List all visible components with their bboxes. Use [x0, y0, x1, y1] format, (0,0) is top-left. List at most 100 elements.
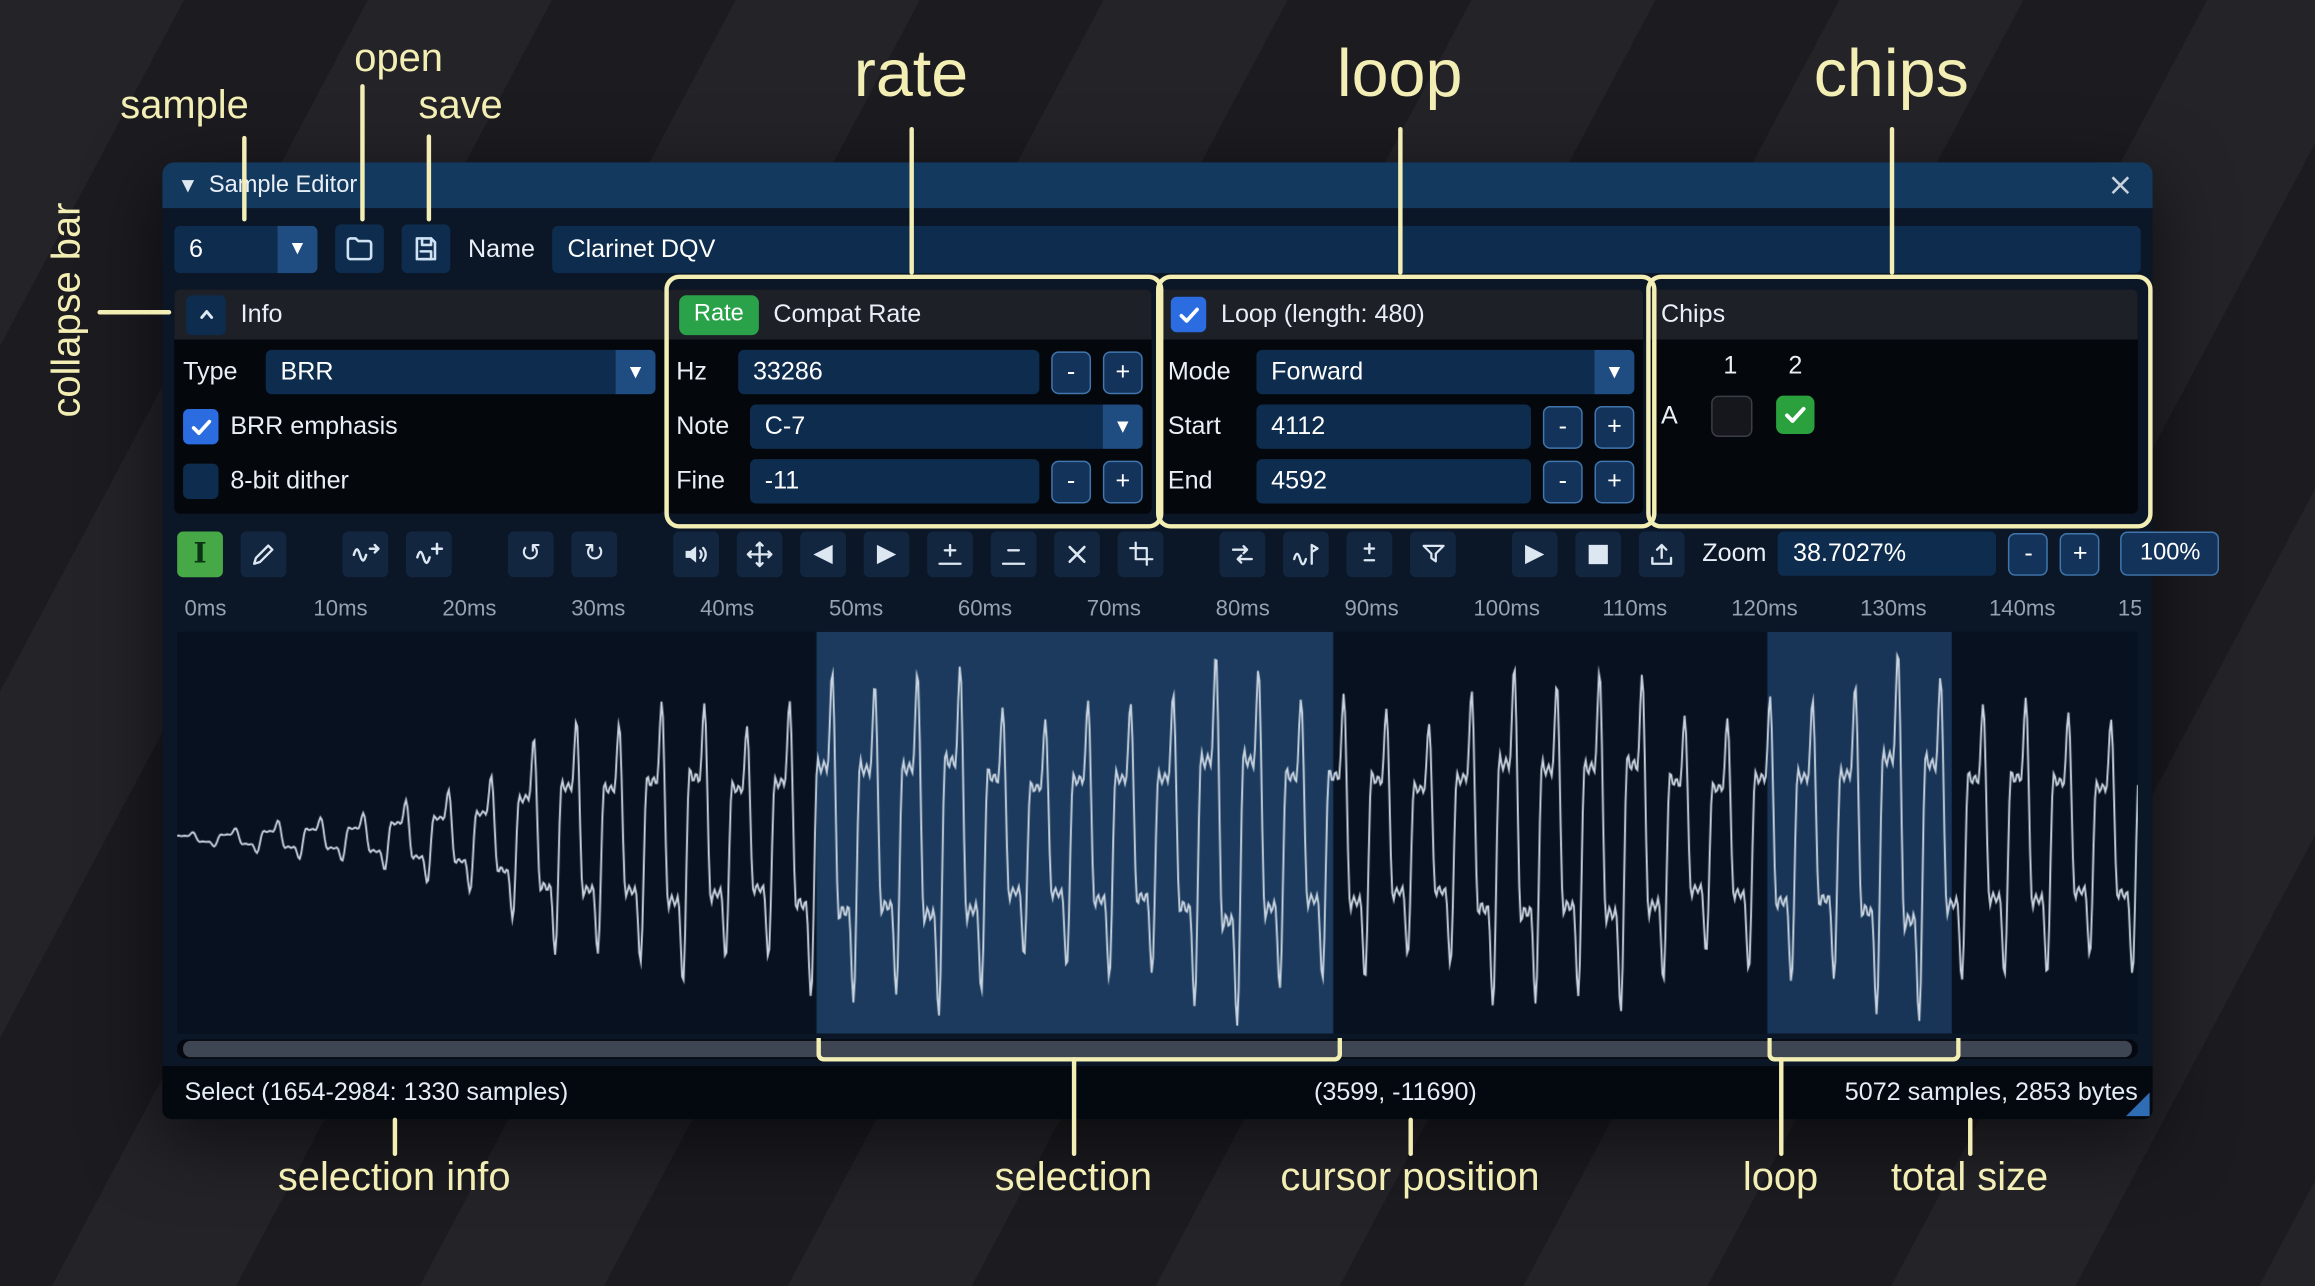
pencil-icon — [250, 540, 278, 568]
draw-tool-button[interactable] — [241, 531, 287, 577]
rate-panel: Rate Compat Rate Hz 33286 - + Note C-7 ▼ — [667, 289, 1151, 513]
line-minus-icon — [1000, 540, 1028, 568]
select-tool-button[interactable]: I — [177, 531, 223, 577]
hz-plus-button[interactable]: + — [1103, 351, 1143, 394]
selection-info-text: Select (1654-2984: 1330 samples) — [185, 1078, 569, 1108]
annotation-line — [97, 310, 171, 314]
collapse-bar-button[interactable] — [186, 295, 226, 335]
note-select-value: C-7 — [750, 412, 1103, 442]
loop-start-plus-button[interactable]: + — [1595, 405, 1635, 448]
reverse-button[interactable] — [1220, 531, 1266, 577]
compat-rate-header: Compat Rate — [773, 300, 921, 330]
preview-stop-button[interactable]: ■ — [1575, 531, 1621, 577]
resample-button[interactable] — [406, 531, 452, 577]
annotation-line — [393, 1118, 397, 1156]
waveform-view[interactable] — [177, 632, 2138, 1034]
waveform-canvas[interactable] — [177, 632, 2138, 1034]
loop-end-minus-button[interactable]: - — [1543, 460, 1583, 503]
fade-in-button[interactable]: ◀ — [800, 531, 846, 577]
type-label: Type — [183, 357, 254, 387]
amplify-button[interactable] — [673, 531, 719, 577]
x-icon — [1064, 541, 1089, 566]
resize-grip[interactable] — [2126, 1093, 2150, 1117]
annotation-save: save — [419, 83, 503, 129]
window-collapse-icon[interactable]: ▼ — [182, 176, 195, 195]
zoom-value-input[interactable]: 38.7027% — [1778, 532, 1997, 576]
mode-label: Mode — [1168, 357, 1245, 387]
chevron-down-icon[interactable]: ▼ — [278, 225, 318, 272]
name-label: Name — [468, 234, 535, 264]
sample-row: 6 ▼ Name Clarinet DQV — [174, 224, 2141, 273]
dither-label: 8-bit dither — [230, 467, 349, 497]
hz-label: Hz — [676, 357, 726, 387]
hz-input[interactable]: 33286 — [738, 350, 1039, 394]
horizontal-scrollbar[interactable] — [177, 1039, 2138, 1058]
name-input[interactable]: Clarinet DQV — [553, 225, 2141, 272]
loop-checkbox[interactable] — [1171, 297, 1206, 332]
undo-button[interactable]: ↺ — [508, 531, 554, 577]
ruler-label: 70ms — [1087, 596, 1141, 621]
fade-out-button[interactable]: ▶ — [864, 531, 910, 577]
trim-button[interactable] — [1118, 531, 1164, 577]
ruler-label: 80ms — [1216, 596, 1270, 621]
ruler-label: 150ms — [2118, 596, 2141, 621]
ruler-label: 110ms — [1602, 596, 1667, 621]
delete-button[interactable] — [1054, 531, 1100, 577]
loop-start-input[interactable]: 4112 — [1256, 405, 1531, 449]
zoom-reset-button[interactable]: 100% — [2121, 532, 2220, 576]
scrollbar-thumb[interactable] — [183, 1041, 2132, 1057]
chevron-down-icon[interactable]: ▼ — [1103, 405, 1143, 449]
preview-play-button[interactable]: ▶ — [1512, 531, 1558, 577]
loop-mode-select[interactable]: Forward ▼ — [1256, 350, 1634, 394]
ruler-label: 90ms — [1345, 596, 1399, 621]
loop-end-plus-button[interactable]: + — [1595, 460, 1635, 503]
redo-button[interactable]: ↻ — [571, 531, 617, 577]
funnel-icon — [1420, 540, 1447, 567]
chip-2-checkbox[interactable] — [1776, 396, 1814, 434]
fine-minus-button[interactable]: - — [1051, 460, 1091, 503]
loop-end-input[interactable]: 4592 — [1256, 459, 1531, 503]
ruler-label: 130ms — [1860, 596, 1926, 621]
normalize-button[interactable] — [737, 531, 783, 577]
open-button[interactable] — [335, 224, 384, 273]
brr-emphasis-checkbox[interactable] — [183, 409, 218, 444]
sample-select[interactable]: 6 ▼ — [174, 225, 317, 272]
hz-minus-button[interactable]: - — [1051, 351, 1091, 394]
type-select[interactable]: BRR ▼ — [266, 350, 656, 394]
titlebar[interactable]: ▼ Sample Editor × — [162, 162, 2152, 208]
filter-button[interactable] — [1410, 531, 1456, 577]
speaker-icon — [682, 540, 710, 568]
fine-input[interactable]: -11 — [750, 459, 1039, 503]
zoom-out-button[interactable]: - — [2009, 532, 2049, 575]
rate-badge[interactable]: Rate — [679, 295, 758, 335]
insert-silence-button[interactable] — [927, 531, 973, 577]
time-ruler[interactable]: 0ms10ms20ms30ms40ms50ms60ms70ms80ms90ms1… — [177, 591, 2141, 629]
info-panel: Info Type BRR ▼ BRR emphasis — [174, 289, 664, 513]
total-size-text: 5072 samples, 2853 bytes — [1845, 1078, 2138, 1108]
loop-panel: Loop (length: 480) Mode Forward ▼ Start … — [1159, 289, 1643, 513]
chevron-down-icon[interactable]: ▼ — [1595, 350, 1635, 394]
save-button[interactable] — [402, 224, 451, 273]
fine-plus-button[interactable]: + — [1103, 460, 1143, 503]
annotation-selection-info: selection info — [278, 1155, 511, 1201]
chips-header: Chips — [1661, 300, 1725, 330]
sign-convert-button[interactable] — [1346, 531, 1392, 577]
apply-silence-button[interactable] — [991, 531, 1037, 577]
note-select[interactable]: C-7 ▼ — [750, 405, 1143, 449]
loop-start-minus-button[interactable]: - — [1543, 405, 1583, 448]
ruler-label: 40ms — [700, 596, 754, 621]
chip-1-checkbox[interactable] — [1711, 396, 1752, 437]
invert-button[interactable] — [1283, 531, 1329, 577]
close-icon[interactable]: × — [2107, 170, 2133, 201]
loop-mode-value: Forward — [1256, 357, 1594, 387]
import-button[interactable] — [1639, 531, 1685, 577]
check-icon — [1782, 402, 1809, 429]
dither-checkbox[interactable] — [183, 464, 218, 499]
check-icon — [188, 414, 213, 439]
zoom-in-button[interactable]: + — [2060, 532, 2100, 575]
annotation-loop-bottom: loop — [1743, 1155, 1818, 1201]
resize-button[interactable] — [343, 531, 389, 577]
chevron-down-icon[interactable]: ▼ — [616, 350, 656, 394]
folder-icon — [344, 233, 375, 264]
ruler-label: 120ms — [1731, 596, 1797, 621]
